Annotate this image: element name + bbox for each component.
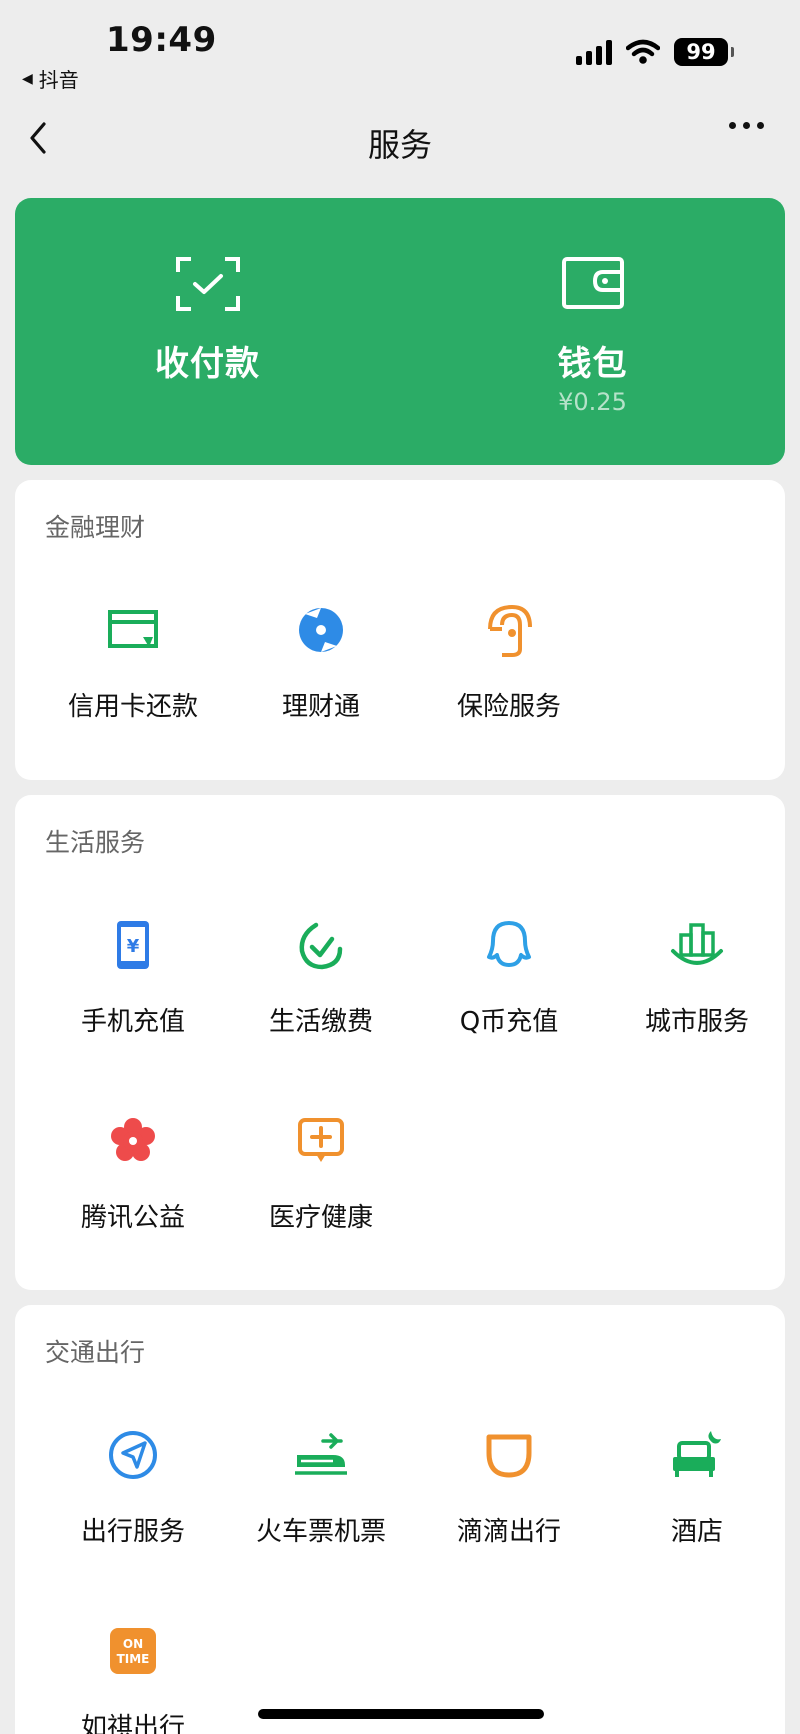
phone-recharge-item[interactable]: ¥ 手机充值 (39, 915, 227, 1038)
phone-recharge-icon: ¥ (117, 921, 149, 969)
hotel-item[interactable]: 酒店 (603, 1425, 791, 1548)
train-plane-icon (295, 1433, 347, 1475)
svg-text:TIME: TIME (117, 1652, 150, 1666)
item-label: 酒店 (670, 1517, 723, 1547)
wallet-label: 钱包 (557, 344, 628, 384)
city-service-item[interactable]: 城市服务 (603, 915, 791, 1038)
medical-health-item[interactable]: 医疗健康 (227, 1111, 415, 1234)
services-page: 19:49 ◀ 抖音 99 服务 收付款 钱包 ¥0.25 金融理财 信用卡还款… (0, 0, 800, 1734)
item-label: 城市服务 (644, 1007, 749, 1037)
home-indicator[interactable] (258, 1709, 544, 1719)
section-title-transport: 交通出行 (45, 1338, 146, 1367)
battery-icon: 99 (674, 38, 734, 66)
item-label: 滴滴出行 (456, 1517, 561, 1547)
more-button[interactable] (729, 122, 764, 129)
travel-compass-icon (109, 1431, 157, 1479)
insurance-item[interactable]: 保险服务 (415, 600, 603, 723)
section-title-life: 生活服务 (45, 828, 146, 857)
train-flight-ticket-item[interactable]: 火车票机票 (227, 1425, 415, 1548)
back-triangle-icon: ◀ (22, 70, 33, 87)
life-services-section: 生活服务 ¥ 手机充值 生活缴费 Q币充值 城市服务 腾讯公益 医疗健康 (15, 795, 785, 1290)
item-label: 医疗健康 (268, 1203, 373, 1233)
transport-section: 交通出行 出行服务 火车票机票 滴滴出行 酒店 ON TIME 如祺出行 (15, 1305, 785, 1734)
travel-service-item[interactable]: 出行服务 (39, 1425, 227, 1548)
back-app-label: 抖音 (38, 68, 79, 92)
wallet-button[interactable]: 钱包 ¥0.25 (400, 198, 785, 465)
wallet-card: 收付款 钱包 ¥0.25 (15, 198, 785, 465)
medical-health-icon (298, 1118, 344, 1162)
more-dots-icon (729, 122, 736, 129)
didi-icon (486, 1434, 532, 1478)
hotel-bed-icon (673, 1431, 721, 1477)
item-label: 信用卡还款 (67, 692, 198, 722)
wallet-icon (561, 257, 624, 309)
item-label: 火车票机票 (255, 1517, 386, 1547)
status-indicators: 99 (576, 38, 734, 66)
receive-pay-label: 收付款 (155, 344, 260, 384)
credit-card-repay-item[interactable]: 信用卡还款 (39, 600, 227, 723)
life-payment-item[interactable]: 生活缴费 (227, 915, 415, 1038)
item-label: 保险服务 (456, 692, 561, 722)
wifi-icon (626, 39, 660, 64)
item-label: 手机充值 (80, 1007, 185, 1037)
wallet-balance: ¥0.25 (558, 388, 627, 416)
life-payment-icon (299, 922, 343, 970)
item-label: 如祺出行 (80, 1713, 185, 1734)
cellular-signal-icon (576, 39, 612, 65)
svg-text:¥: ¥ (127, 936, 140, 957)
city-service-icon (671, 923, 723, 965)
svg-text:ON: ON (123, 1637, 143, 1651)
licaitong-item[interactable]: 理财通 (227, 600, 415, 723)
credit-card-icon (108, 610, 158, 648)
status-time: 19:49 (106, 20, 217, 60)
ontime-icon: ON TIME (110, 1628, 156, 1674)
ruqi-travel-item[interactable]: ON TIME 如祺出行 (39, 1621, 227, 1734)
item-label: 理财通 (281, 692, 360, 722)
qq-coin-icon (487, 921, 531, 967)
item-label: 生活缴费 (268, 1007, 373, 1037)
qq-coin-item[interactable]: Q币充值 (415, 915, 603, 1038)
didi-item[interactable]: 滴滴出行 (415, 1425, 603, 1548)
section-title-finance: 金融理财 (45, 513, 146, 542)
page-title: 服务 (367, 126, 432, 164)
item-label: Q币充值 (459, 1007, 559, 1037)
insurance-umbrella-icon (488, 604, 532, 657)
back-to-app-link[interactable]: ◀ 抖音 (22, 64, 79, 93)
licaitong-icon (299, 608, 343, 652)
finance-section: 金融理财 信用卡还款 理财通 保险服务 (15, 480, 785, 780)
receive-pay-button[interactable]: 收付款 (15, 198, 400, 465)
item-label: 腾讯公益 (80, 1203, 185, 1233)
item-label: 出行服务 (80, 1517, 185, 1547)
scan-pay-icon (175, 257, 240, 311)
tencent-charity-icon (111, 1118, 155, 1161)
tencent-charity-item[interactable]: 腾讯公益 (39, 1111, 227, 1234)
